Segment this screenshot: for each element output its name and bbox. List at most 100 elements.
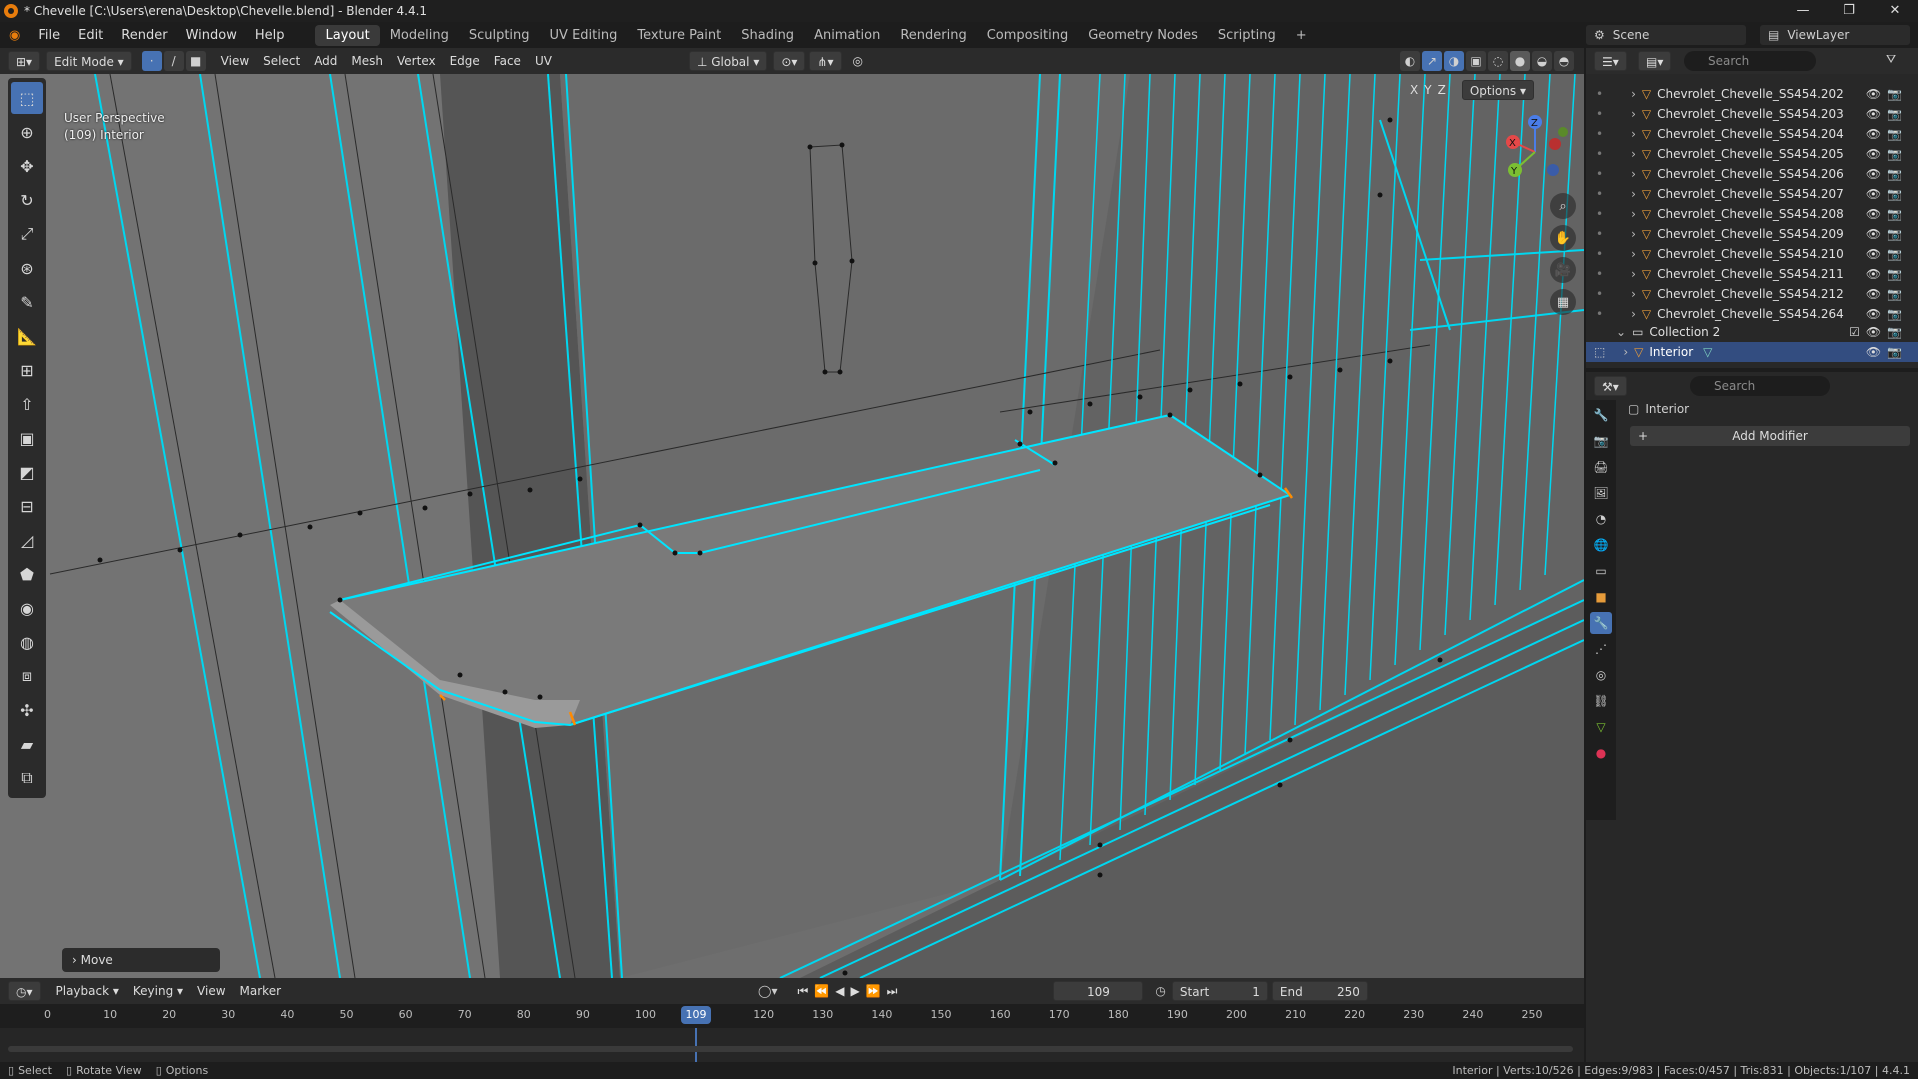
rotate-tool-icon[interactable]: ↻ — [11, 184, 43, 216]
shrink-fatten-tool-icon[interactable]: ✣ — [11, 694, 43, 726]
outliner-item[interactable]: • › ▽ Chevrolet_Chevelle_SS454.203 👁📷 — [1586, 104, 1918, 124]
menu-mesh[interactable]: Mesh — [344, 51, 390, 71]
scene-tab-icon[interactable]: ◔ — [1590, 508, 1612, 530]
menu-playback[interactable]: Playback ▾ — [49, 981, 126, 1001]
end-frame-field[interactable]: End 250 — [1271, 981, 1368, 1001]
add-workspace-button[interactable]: + — [1286, 25, 1317, 46]
menu-keying[interactable]: Keying ▾ — [126, 981, 190, 1001]
menu-add[interactable]: Add — [307, 51, 344, 71]
cursor-tool-icon[interactable]: ⊕ — [11, 116, 43, 148]
3d-viewport[interactable] — [0, 74, 1584, 978]
outliner-item[interactable]: • › ▽ Chevrolet_Chevelle_SS454.212 👁📷 — [1586, 284, 1918, 304]
proportional-edit-icon[interactable]: ◎ — [846, 51, 870, 71]
outliner-item[interactable]: • › ▽ Chevrolet_Chevelle_SS454.209 👁📷 — [1586, 224, 1918, 244]
annotate-tool-icon[interactable]: ✎ — [11, 286, 43, 318]
menu-render[interactable]: Render — [112, 28, 176, 43]
shading-solid-icon[interactable]: ● — [1510, 51, 1530, 71]
outliner-item[interactable]: • › ▽ Chevrolet_Chevelle_SS454.264 👁📷 — [1586, 304, 1918, 324]
visibility-icons[interactable]: 👁📷 — [1866, 207, 1908, 221]
object-tab-icon[interactable]: ■ — [1590, 586, 1612, 608]
outliner-item[interactable]: • › ▽ Chevrolet_Chevelle_SS454.207 👁📷 — [1586, 184, 1918, 204]
move-tool-icon[interactable]: ✥ — [11, 150, 43, 182]
visibility-icons[interactable]: 👁📷 — [1866, 127, 1908, 141]
material-tab-icon[interactable]: ● — [1590, 742, 1612, 764]
minimize-button[interactable]: — — [1780, 0, 1826, 22]
visibility-icons[interactable]: 👁📷 — [1866, 247, 1908, 261]
menu-face[interactable]: Face — [487, 51, 528, 71]
select-box-tool-icon[interactable]: ⬚ — [11, 82, 43, 114]
start-frame-field[interactable]: Start 1 — [1171, 981, 1268, 1001]
tab-modeling[interactable]: Modeling — [380, 25, 459, 46]
display-mode-icon[interactable]: ▤▾ — [1638, 51, 1672, 71]
outliner-editor-icon[interactable]: ☰▾ — [1594, 51, 1627, 71]
output-tab-icon[interactable]: 🖨 — [1590, 456, 1612, 478]
axis-x-toggle[interactable]: X — [1410, 83, 1418, 97]
data-tab-icon[interactable]: ▽ — [1590, 716, 1612, 738]
scene-selector[interactable]: ⚙ Scene — [1586, 25, 1746, 45]
transform-tool-icon[interactable]: ⊛ — [11, 252, 43, 284]
spin-tool-icon[interactable]: ◉ — [11, 592, 43, 624]
selected-object-row[interactable]: ⬚ › ▽ Interior ▽ 👁📷 — [1586, 342, 1918, 362]
outliner-item[interactable]: • › ▽ Chevrolet_Chevelle_SS454.208 👁📷 — [1586, 204, 1918, 224]
zoom-icon[interactable]: ⌕ — [1550, 193, 1576, 219]
bevel-tool-icon[interactable]: ◩ — [11, 456, 43, 488]
expand-icon[interactable]: › — [1631, 127, 1636, 141]
view-layer-tab-icon[interactable]: 🖼 — [1590, 482, 1612, 504]
tab-geometry-nodes[interactable]: Geometry Nodes — [1078, 25, 1208, 46]
expand-icon[interactable]: ⌄ — [1616, 325, 1626, 339]
outliner-search[interactable]: Search — [1684, 51, 1816, 71]
last-operator-panel[interactable]: › Move — [62, 948, 220, 972]
rip-tool-icon[interactable]: ⧉ — [11, 762, 43, 794]
expand-icon[interactable]: › — [1631, 87, 1636, 101]
inset-tool-icon[interactable]: ▣ — [11, 422, 43, 454]
expand-icon[interactable]: › — [1631, 167, 1636, 181]
measure-tool-icon[interactable]: 📐 — [11, 320, 43, 352]
visibility-icons[interactable]: 👁📷 — [1866, 307, 1908, 321]
tab-scripting[interactable]: Scripting — [1208, 25, 1286, 46]
menu-edit[interactable]: Edit — [69, 28, 112, 43]
outliner-item[interactable]: • › ▽ Chevrolet_Chevelle_SS454.202 👁📷 — [1586, 84, 1918, 104]
outliner-item[interactable]: • › ▽ Chevrolet_Chevelle_SS454.210 👁📷 — [1586, 244, 1918, 264]
options-dropdown[interactable]: Options ▾ — [1461, 80, 1534, 100]
pan-hand-icon[interactable]: ✋ — [1550, 225, 1576, 251]
collection-tab-icon[interactable]: ▭ — [1590, 560, 1612, 582]
tab-texture-paint[interactable]: Texture Paint — [627, 25, 731, 46]
modifier-tab-icon[interactable]: 🔧 — [1590, 612, 1612, 634]
navigation-gizmo[interactable]: Z X Y — [1495, 112, 1575, 192]
menu-view[interactable]: View — [214, 51, 256, 71]
visibility-icons[interactable]: 👁📷 — [1866, 147, 1908, 161]
visibility-icons[interactable]: 👁📷 — [1866, 167, 1908, 181]
constraints-tab-icon[interactable]: ⛓ — [1590, 690, 1612, 712]
outliner-item[interactable]: • › ▽ Chevrolet_Chevelle_SS454.206 👁📷 — [1586, 164, 1918, 184]
shading-material-icon[interactable]: ◒ — [1532, 51, 1552, 71]
timeline-body[interactable] — [0, 1028, 1584, 1062]
maximize-button[interactable]: ❐ — [1826, 0, 1872, 22]
properties-editor-icon[interactable]: ⚒▾ — [1594, 376, 1627, 396]
shear-tool-icon[interactable]: ▰ — [11, 728, 43, 760]
expand-icon[interactable]: › — [1631, 247, 1636, 261]
overlay-toggle-icon[interactable]: ◑ — [1444, 51, 1464, 71]
expand-icon[interactable]: › — [1631, 147, 1636, 161]
visibility-icons[interactable]: 👁📷 — [1866, 287, 1908, 301]
vertex-select-icon[interactable]: · — [141, 51, 162, 71]
visibility-icon[interactable]: ◐ — [1400, 51, 1420, 71]
tab-shading[interactable]: Shading — [731, 25, 804, 46]
world-tab-icon[interactable]: 🌐 — [1590, 534, 1612, 556]
menu-help[interactable]: Help — [246, 28, 294, 43]
outliner-item[interactable]: • › ▽ Chevrolet_Chevelle_SS454.211 👁📷 — [1586, 264, 1918, 284]
playhead-frame[interactable]: 109 — [681, 1006, 711, 1024]
properties-search[interactable]: Search — [1690, 376, 1830, 396]
menu-vertex[interactable]: Vertex — [390, 51, 443, 71]
record-icon[interactable]: ◯▾ — [758, 984, 777, 998]
current-frame-field[interactable]: 109 — [1053, 981, 1144, 1001]
ortho-grid-icon[interactable]: ▦ — [1550, 289, 1576, 315]
expand-icon[interactable]: › — [1631, 107, 1636, 121]
expand-icon[interactable]: › — [1631, 267, 1636, 281]
visibility-icons[interactable]: 👁📷 — [1866, 227, 1908, 241]
scale-tool-icon[interactable]: ⤢ — [11, 218, 43, 250]
shading-wire-icon[interactable]: ◌ — [1488, 51, 1508, 71]
gizmo-toggle-icon[interactable]: ↗ — [1422, 51, 1442, 71]
orientation-dropdown[interactable]: ⊥ Global ▾ — [688, 51, 768, 71]
expand-icon[interactable]: › — [1631, 307, 1636, 321]
viewlayer-selector[interactable]: ▤ ViewLayer — [1760, 25, 1910, 45]
